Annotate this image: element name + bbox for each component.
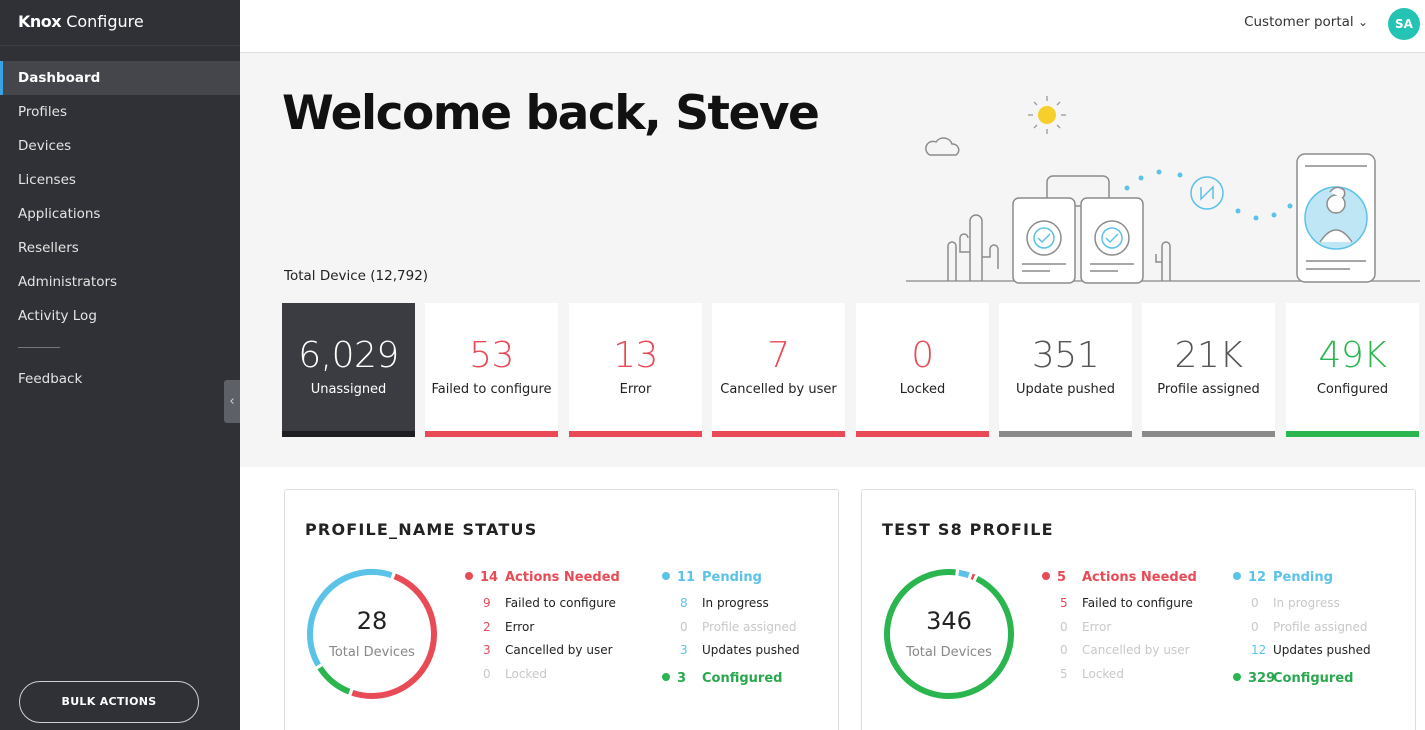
status-card-value: 7 bbox=[767, 335, 790, 376]
list-item[interactable]: 3 Updates pushed bbox=[662, 639, 800, 663]
status-card-failed-to-configure[interactable]: 53 Failed to configure bbox=[425, 303, 558, 437]
status-card-value: 49K bbox=[1318, 335, 1387, 376]
status-card-label: Update pushed bbox=[1016, 382, 1115, 397]
customer-portal-dropdown[interactable]: Customer portal ⌄ bbox=[1244, 14, 1368, 30]
sidebar-item-resellers[interactable]: Resellers bbox=[0, 231, 240, 265]
sidebar-item-applications[interactable]: Applications bbox=[0, 197, 240, 231]
sidebar-nav: Dashboard Profiles Devices Licenses Appl… bbox=[0, 61, 240, 396]
status-card-label: Profile assigned bbox=[1157, 382, 1260, 397]
status-card-value: 13 bbox=[613, 335, 658, 376]
pending-column: 12 Pending 0 In progress 0 Profile assigned… bbox=[1233, 570, 1371, 686]
list-item: 0 Cancelled by user bbox=[1060, 643, 1190, 657]
status-card-label: Failed to configure bbox=[431, 382, 552, 397]
status-card-label: Unassigned bbox=[310, 382, 387, 397]
status-card-profile-assigned[interactable]: 21K Profile assigned bbox=[1142, 303, 1275, 437]
app-logo[interactable]: Knox Configure bbox=[0, 0, 240, 46]
status-card-value: 6,029 bbox=[298, 335, 399, 376]
list-item: 0 Profile assigned bbox=[680, 619, 797, 634]
pending-column: 11 Pending 8 In progress 0 Profile assigned… bbox=[662, 570, 800, 686]
list-item: 0 Profile assigned bbox=[1251, 619, 1368, 634]
status-card-bar bbox=[282, 431, 415, 437]
status-card-value: 53 bbox=[469, 335, 514, 376]
donut-segment bbox=[958, 569, 970, 579]
panel-title: TEST S8 PROFILE bbox=[882, 520, 1054, 539]
red-dot-icon bbox=[465, 572, 473, 580]
total-devices-count: 346 bbox=[926, 607, 972, 635]
list-item[interactable]: 5 Failed to configure bbox=[1042, 592, 1197, 616]
sidebar-item-devices[interactable]: Devices bbox=[0, 129, 240, 163]
pending-header[interactable]: 11 Pending bbox=[662, 570, 800, 592]
avatar[interactable]: SA bbox=[1388, 8, 1420, 40]
actions-needed-header[interactable]: 5 Actions Needed bbox=[1042, 570, 1197, 592]
sidebar-item-feedback[interactable]: Feedback bbox=[0, 362, 240, 396]
status-card-update-pushed[interactable]: 351 Update pushed bbox=[999, 303, 1132, 437]
sidebar-collapse-icon[interactable]: ‹ bbox=[224, 380, 240, 423]
status-card-label: Configured bbox=[1316, 382, 1389, 397]
total-devices-count: 28 bbox=[356, 607, 388, 635]
blue-dot-icon bbox=[662, 572, 670, 580]
sidebar-item-profiles[interactable]: Profiles bbox=[0, 95, 240, 129]
cactus-icon bbox=[959, 214, 999, 281]
sidebar-divider bbox=[18, 347, 60, 348]
green-dot-icon bbox=[662, 672, 670, 681]
status-card-locked[interactable]: 0 Locked bbox=[856, 303, 989, 437]
devices-illustration bbox=[906, 96, 1420, 284]
list-item[interactable]: 9 Failed to configure bbox=[465, 592, 620, 616]
total-devices-label: Total Devices bbox=[329, 645, 415, 660]
list-item[interactable]: 12 Updates pushed bbox=[1233, 639, 1371, 663]
profile-status-panel: PROFILE_NAME STATUS 28 Total Devices 14 A… bbox=[284, 489, 839, 730]
list-item[interactable]: 3 Cancelled by user bbox=[465, 639, 620, 663]
status-card-configured[interactable]: 49K Configured bbox=[1286, 303, 1419, 437]
sidebar-item-licenses[interactable]: Licenses bbox=[0, 163, 240, 197]
status-card-bar bbox=[712, 431, 845, 437]
list-item: 5 Locked bbox=[1060, 666, 1124, 681]
configured-summary[interactable]: 329Configured bbox=[1233, 671, 1371, 686]
total-device-count: Total Device (12,792) bbox=[284, 268, 429, 284]
status-card-unassigned[interactable]: 6,029 Unassigned bbox=[282, 303, 415, 437]
sun-icon bbox=[1028, 96, 1066, 134]
donut-segment bbox=[970, 573, 976, 580]
status-card-value: 351 bbox=[1031, 335, 1100, 376]
panel-title: PROFILE_NAME STATUS bbox=[305, 520, 538, 539]
status-card-cancelled-by-user[interactable]: 7 Cancelled by user bbox=[712, 303, 845, 437]
status-card-label: Error bbox=[619, 382, 652, 397]
status-card-value: 21K bbox=[1174, 335, 1243, 376]
status-card-bar bbox=[1286, 431, 1419, 437]
blue-dot-icon bbox=[1233, 572, 1241, 580]
page-title: Welcome back, Steve bbox=[282, 86, 820, 141]
bulk-actions-button[interactable]: BULK ACTIONS bbox=[19, 681, 199, 723]
actions-needed-column: 5 Actions Needed 5 Failed to configure 0 Er… bbox=[1042, 570, 1197, 686]
cloud-icon bbox=[925, 137, 960, 156]
status-card-bar bbox=[1142, 431, 1275, 437]
donut-segment bbox=[317, 666, 351, 695]
status-card-bar bbox=[569, 431, 702, 437]
red-dot-icon bbox=[1042, 572, 1050, 580]
test-s8-profile-panel: TEST S8 PROFILE 346 Total Devices 5 Actio… bbox=[861, 489, 1416, 730]
sidebar-item-dashboard[interactable]: Dashboard bbox=[0, 61, 240, 95]
status-card-error[interactable]: 13 Error bbox=[569, 303, 702, 437]
status-card-label: Cancelled by user bbox=[720, 382, 837, 397]
total-devices-label: Total Devices bbox=[906, 645, 992, 660]
green-dot-icon bbox=[1233, 672, 1241, 681]
list-item[interactable]: 2 Error bbox=[465, 616, 620, 640]
pending-header[interactable]: 12 Pending bbox=[1233, 570, 1371, 592]
status-card-label: Locked bbox=[899, 382, 946, 397]
configured-summary[interactable]: 3 Configured bbox=[662, 671, 800, 686]
sidebar-item-activity-log[interactable]: Activity Log bbox=[0, 299, 240, 333]
topbar: Customer portal ⌄ SA bbox=[240, 0, 1425, 53]
status-card-bar bbox=[856, 431, 989, 437]
actions-needed-header[interactable]: 14 Actions Needed bbox=[465, 570, 620, 592]
status-card-bar bbox=[999, 431, 1132, 437]
donut-segment bbox=[351, 573, 437, 699]
chevron-down-icon: ⌄ bbox=[1357, 15, 1368, 29]
sidebar-item-administrators[interactable]: Administrators bbox=[0, 265, 240, 299]
actions-needed-column: 14 Actions Needed 9 Failed to configure 2E… bbox=[465, 570, 620, 686]
list-item: 0 In progress bbox=[1251, 596, 1340, 610]
sidebar: Knox Configure Dashboard Profiles Device… bbox=[0, 0, 240, 730]
list-item: 0 Locked bbox=[483, 666, 547, 681]
status-card-bar bbox=[425, 431, 558, 437]
status-card-value: 0 bbox=[911, 335, 934, 376]
list-item[interactable]: 8 In progress bbox=[662, 592, 800, 616]
list-item: 0 Error bbox=[1060, 619, 1112, 634]
